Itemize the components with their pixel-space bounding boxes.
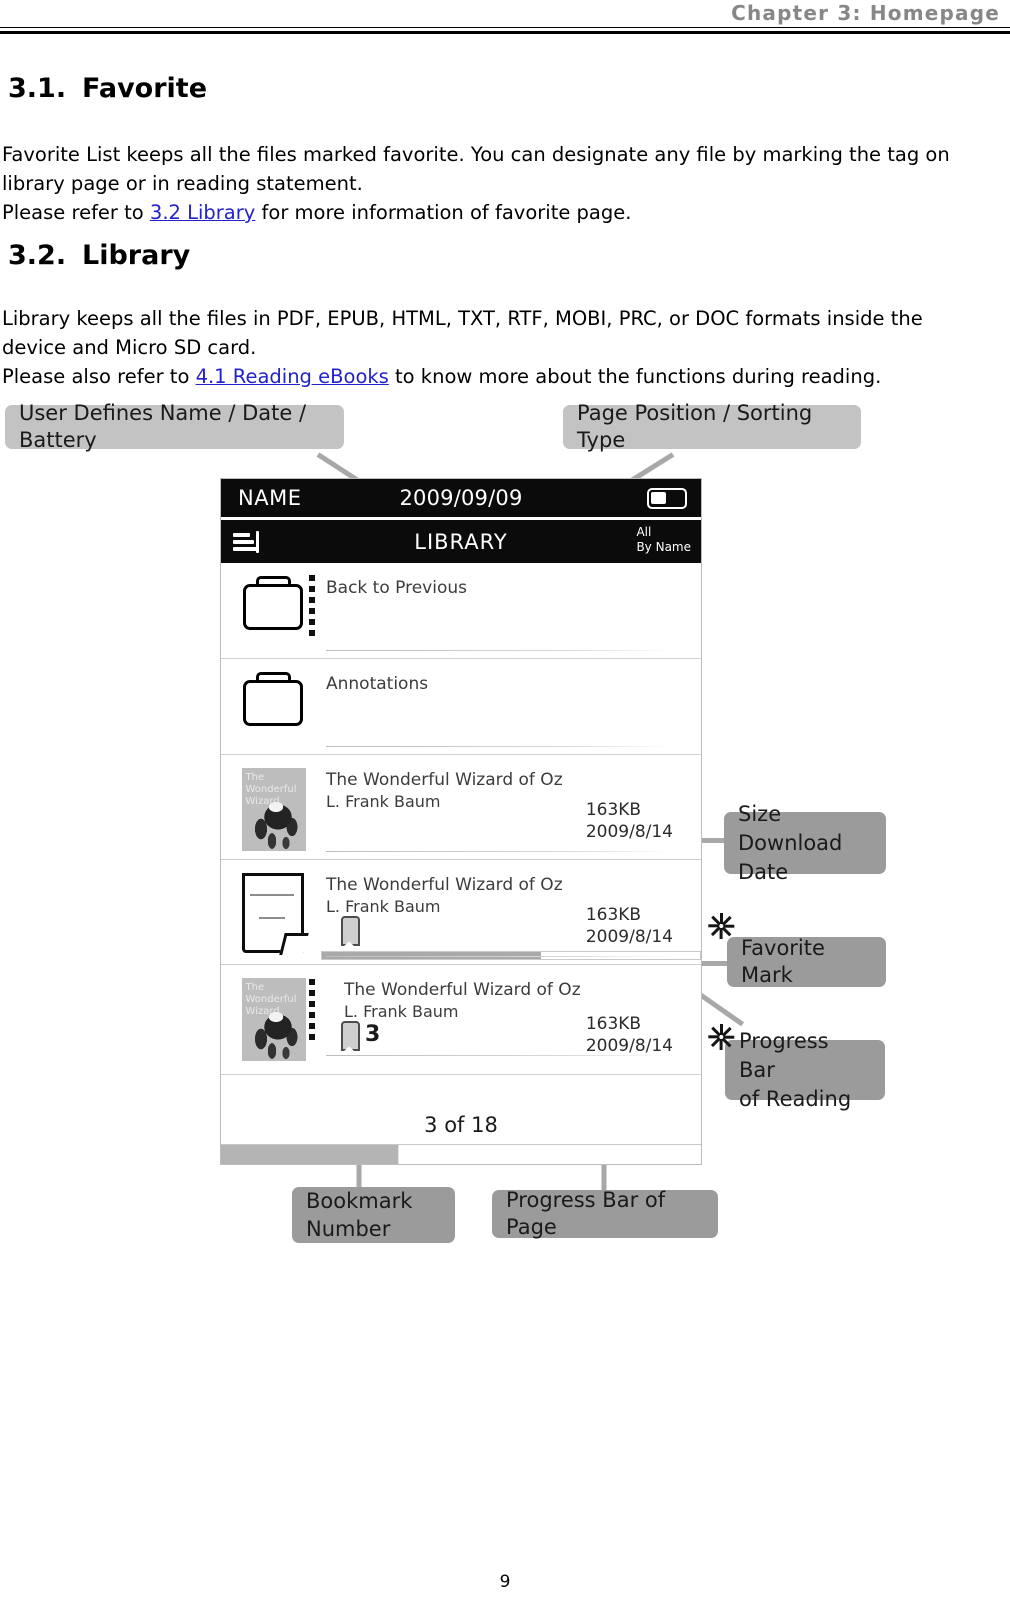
- folder-icon: [242, 576, 305, 631]
- book-title: The Wonderful Wizard of Oz: [344, 980, 581, 1000]
- callout-user-defines-label: User Defines Name / Date / Battery: [19, 401, 307, 452]
- row-meta: Annotations: [326, 659, 701, 754]
- list-menu-icon[interactable]: [233, 529, 263, 555]
- callout-size-download-date: Size Download Date: [724, 802, 886, 884]
- book-date: 2009/8/14: [585, 1036, 673, 1056]
- document-page: Chapter 3: Homepage 3.1. Favorite Favorit…: [0, 0, 1010, 1622]
- leader-line-progress-reading: [698, 992, 745, 1027]
- book-title: The Wonderful Wizard of Oz: [326, 770, 563, 790]
- book-title: The Wonderful Wizard of Oz: [326, 875, 563, 895]
- bookmark-icon: [341, 1021, 360, 1052]
- callout-page-position: Page Position / Sorting Type: [563, 401, 861, 452]
- book-size-date: 163KB 2009/8/14: [586, 1013, 673, 1057]
- callout-bookmark-number: Bookmark Number: [292, 1187, 455, 1243]
- book-size: 163KB: [585, 1014, 642, 1034]
- list-item[interactable]: TheWonderfulWizard The Wonderful Wizard …: [221, 755, 701, 860]
- book-size: 163KB: [585, 800, 642, 820]
- callout-bookmark-number-label: Bookmark Number: [306, 1189, 413, 1241]
- callout-progress-bar-page: Progress Bar of Page: [492, 1188, 718, 1239]
- list-item[interactable]: TheWonderfulWizard The Wonderful Wizard …: [221, 965, 735, 1075]
- sort-scope: All: [636, 525, 652, 539]
- closed-cover-thumbnail: TheWonderfulWizard: [241, 768, 306, 851]
- screen-title: LIBRARY: [414, 529, 508, 554]
- page-number: 9: [499, 1572, 511, 1592]
- row-thumbnail: [221, 659, 326, 754]
- callout-page-position-label: Page Position / Sorting Type: [577, 401, 813, 452]
- status-date: 2009/09/09: [399, 486, 523, 510]
- callout-progress-bar-reading: Progress Bar of Reading: [725, 1029, 885, 1111]
- folder-icon: [242, 672, 305, 727]
- book-size-date: 163KB 2009/8/14: [586, 799, 673, 843]
- bookmark-icon: [341, 916, 360, 947]
- callout-size-download-date-label: Size Download Date: [738, 801, 843, 884]
- closed-cover-thumbnail: TheWonderfulWizard: [241, 978, 306, 1061]
- favorite-mark-icon[interactable]: [707, 912, 735, 940]
- library-screen-diagram: User Defines Name / Date / Battery Page …: [0, 0, 1010, 1243]
- book-size-date: 163KB 2009/8/14: [586, 904, 673, 948]
- bookmark-number: 3: [365, 1022, 381, 1047]
- row-thumbnail: [221, 860, 326, 964]
- sort-info[interactable]: All By Name: [636, 525, 691, 555]
- sort-order: By Name: [636, 540, 691, 554]
- device-status-bar: NAME 2009/09/09: [221, 479, 701, 517]
- file-list: Back to Previous Annotations The Wonderf…: [221, 563, 735, 1075]
- device-title-bar: LIBRARY All By Name: [221, 520, 701, 563]
- row-divider: [326, 1055, 673, 1056]
- row-divider: [326, 956, 673, 957]
- selection-dots-icon: [309, 979, 315, 1040]
- row-divider: [326, 650, 673, 651]
- list-item[interactable]: The Wonderful Wizard of Oz L. Frank Baum…: [221, 860, 735, 965]
- row-label: Back to Previous: [326, 578, 467, 598]
- selection-dots-icon: [309, 575, 315, 636]
- callout-progress-bar-page-label: Progress Bar of Page: [506, 1188, 666, 1239]
- status-user-name: NAME: [238, 486, 302, 510]
- favorite-mark-icon[interactable]: [707, 1023, 735, 1051]
- row-meta: Back to Previous: [326, 563, 701, 658]
- page-indicator: 3 of 18: [424, 1113, 498, 1137]
- row-label: Annotations: [326, 674, 429, 694]
- book-date: 2009/8/14: [585, 927, 673, 947]
- battery-icon: [647, 488, 687, 509]
- row-divider: [326, 851, 673, 852]
- ereader-library-screen: NAME 2009/09/09 LIBRARY All By Name Back…: [220, 478, 735, 1165]
- open-book-thumbnail: [240, 873, 309, 957]
- page-progress-bar[interactable]: [221, 1144, 701, 1164]
- row-thumbnail: TheWonderfulWizard: [221, 755, 326, 859]
- list-item[interactable]: Annotations: [221, 659, 701, 755]
- row-divider: [326, 746, 673, 747]
- callout-favorite-mark-label: Favorite Mark: [741, 936, 825, 987]
- callout-favorite-mark: Favorite Mark: [727, 936, 886, 987]
- callout-user-defines: User Defines Name / Date / Battery: [5, 401, 344, 452]
- callout-progress-bar-reading-label: Progress Bar of Reading: [739, 1028, 852, 1111]
- book-date: 2009/8/14: [585, 822, 673, 842]
- book-size: 163KB: [585, 905, 642, 925]
- list-item[interactable]: Back to Previous: [221, 563, 701, 659]
